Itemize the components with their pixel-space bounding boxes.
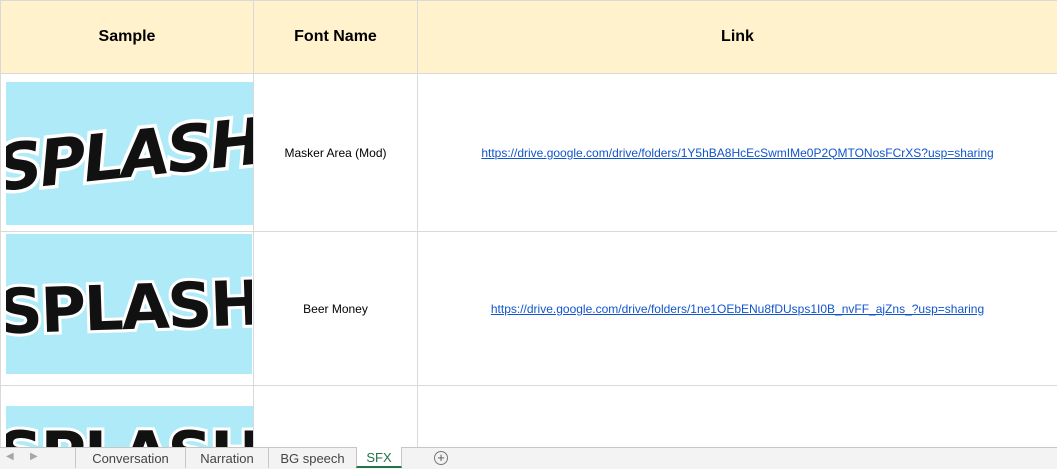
sample-cell[interactable]: SPLASH xyxy=(1,386,254,448)
header-font-name[interactable]: Font Name xyxy=(254,1,418,74)
link-cell[interactable] xyxy=(418,386,1057,448)
sample-text: SPLASH xyxy=(6,266,252,348)
tab-sfx[interactable]: SFX xyxy=(356,447,402,468)
tab-narration[interactable]: Narration xyxy=(185,448,268,468)
header-row: Sample Font Name Link xyxy=(1,1,1057,74)
table-row: SPLASH Beer Money https://drive.google.c… xyxy=(1,232,1057,386)
font-sample-image: SPLASH xyxy=(6,82,253,225)
drive-link[interactable]: https://drive.google.com/drive/folders/1… xyxy=(481,146,993,160)
font-sample-image: SPLASH xyxy=(6,234,252,374)
table-row: SPLASH Masker Area (Mod) https://drive.g… xyxy=(1,74,1057,232)
spreadsheet-grid: Sample Font Name Link SPLASH Masker Area… xyxy=(0,0,1057,447)
link-cell[interactable]: https://drive.google.com/drive/folders/1… xyxy=(418,232,1057,386)
scroll-left-icon[interactable]: ◀ xyxy=(6,451,14,462)
sample-cell[interactable]: SPLASH xyxy=(1,232,254,386)
link-cell[interactable]: https://drive.google.com/drive/folders/1… xyxy=(418,74,1057,232)
font-table: Sample Font Name Link SPLASH Masker Area… xyxy=(0,0,1057,447)
sample-text: SPLASH xyxy=(6,418,253,447)
add-sheet-icon[interactable]: + xyxy=(434,451,448,465)
header-link[interactable]: Link xyxy=(418,1,1057,74)
table-row: SPLASH xyxy=(1,386,1057,448)
drive-link[interactable]: https://drive.google.com/drive/folders/1… xyxy=(491,302,984,316)
sheet-tab-bar: ◀ ▶ Conversation Narration BG speech SFX… xyxy=(0,447,1057,469)
header-sample[interactable]: Sample xyxy=(1,1,254,74)
tab-bg-speech[interactable]: BG speech xyxy=(268,448,356,468)
font-sample-image: SPLASH xyxy=(6,406,253,447)
sample-text: SPLASH xyxy=(6,105,253,207)
font-name-cell[interactable] xyxy=(254,386,418,448)
font-name-cell[interactable]: Masker Area (Mod) xyxy=(254,74,418,232)
font-name-cell[interactable]: Beer Money xyxy=(254,232,418,386)
sample-cell[interactable]: SPLASH xyxy=(1,74,254,232)
tab-conversation[interactable]: Conversation xyxy=(75,448,185,468)
scroll-right-icon[interactable]: ▶ xyxy=(30,451,38,462)
